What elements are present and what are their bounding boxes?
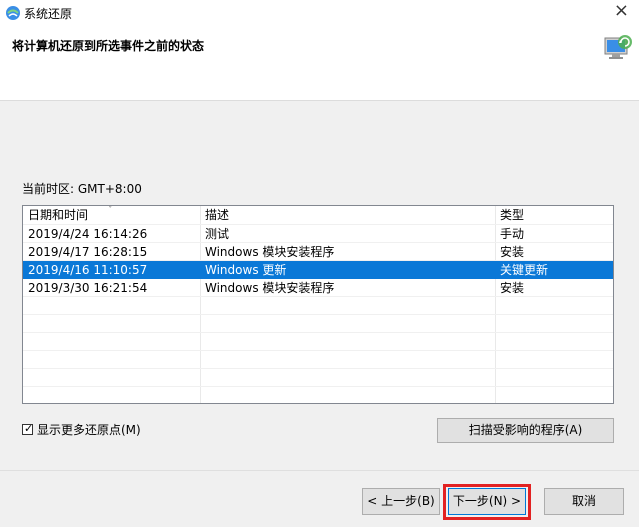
header-panel: 系统还原 × 将计算机还原到所选事件之前的状态 (0, 0, 639, 101)
close-icon[interactable]: × (614, 2, 629, 20)
description-cell: 测试 (205, 227, 230, 241)
row-divider (23, 386, 613, 387)
row-divider (23, 368, 613, 369)
timezone-label: 当前时区: GMT+8:00 (22, 182, 142, 196)
type-cell: 安装 (500, 281, 525, 295)
previous-button[interactable]: < 上一步(B) (362, 488, 440, 515)
show-more-checkbox[interactable]: ✓ (22, 421, 34, 435)
page-subtitle: 将计算机还原到所选事件之前的状态 (12, 39, 205, 53)
type-cell: 手动 (500, 227, 525, 241)
restore-computer-icon (604, 35, 632, 59)
type-cell: 安装 (500, 245, 525, 259)
show-more-label[interactable]: 显示更多还原点(M) (37, 421, 141, 438)
description-cell: Windows 模块安装程序 (205, 281, 335, 295)
cancel-button[interactable]: 取消 (544, 488, 624, 515)
date-cell: 2019/4/17 16:28:15 (28, 245, 148, 259)
description-cell: Windows 模块安装程序 (205, 245, 335, 259)
restore-point-list[interactable]: 日期和时间 ˇ 描述 类型 2019/4/24 16:14:26 测试 手动 2… (22, 205, 614, 404)
date-cell: 2019/4/24 16:14:26 (28, 227, 148, 241)
date-cell: 2019/4/16 11:10:57 (28, 263, 148, 277)
check-icon: ✓ (24, 421, 34, 435)
type-cell: 关键更新 (500, 263, 549, 277)
table-row[interactable]: 2019/4/17 16:28:15 Windows 模块安装程序 安装 (23, 243, 613, 261)
footer-divider (0, 470, 639, 471)
column-header-date-label: 日期和时间 (28, 208, 89, 222)
column-header-description[interactable]: 描述 (200, 206, 495, 224)
description-cell: Windows 更新 (205, 263, 287, 277)
system-restore-icon (6, 6, 20, 20)
table-row[interactable]: 2019/4/16 11:10:57 Windows 更新 关键更新 (23, 261, 613, 279)
scan-affected-programs-button[interactable]: 扫描受影响的程序(A) (437, 418, 614, 443)
row-divider (23, 332, 613, 333)
row-divider (23, 314, 613, 315)
next-button[interactable]: 下一步(N) > (448, 488, 526, 515)
column-header-date[interactable]: 日期和时间 ˇ (23, 206, 200, 224)
sort-chevron-icon: ˇ (108, 206, 113, 216)
date-cell: 2019/3/30 16:21:54 (28, 281, 148, 295)
window-title: 系统还原 (24, 7, 73, 21)
table-row[interactable]: 2019/4/24 16:14:26 测试 手动 (23, 225, 613, 243)
table-row[interactable]: 2019/3/30 16:21:54 Windows 模块安装程序 安装 (23, 279, 613, 297)
row-divider (23, 350, 613, 351)
column-header-type[interactable]: 类型 (495, 206, 613, 224)
show-more-restore-points[interactable]: ✓ 显示更多还原点(M) (22, 421, 141, 437)
